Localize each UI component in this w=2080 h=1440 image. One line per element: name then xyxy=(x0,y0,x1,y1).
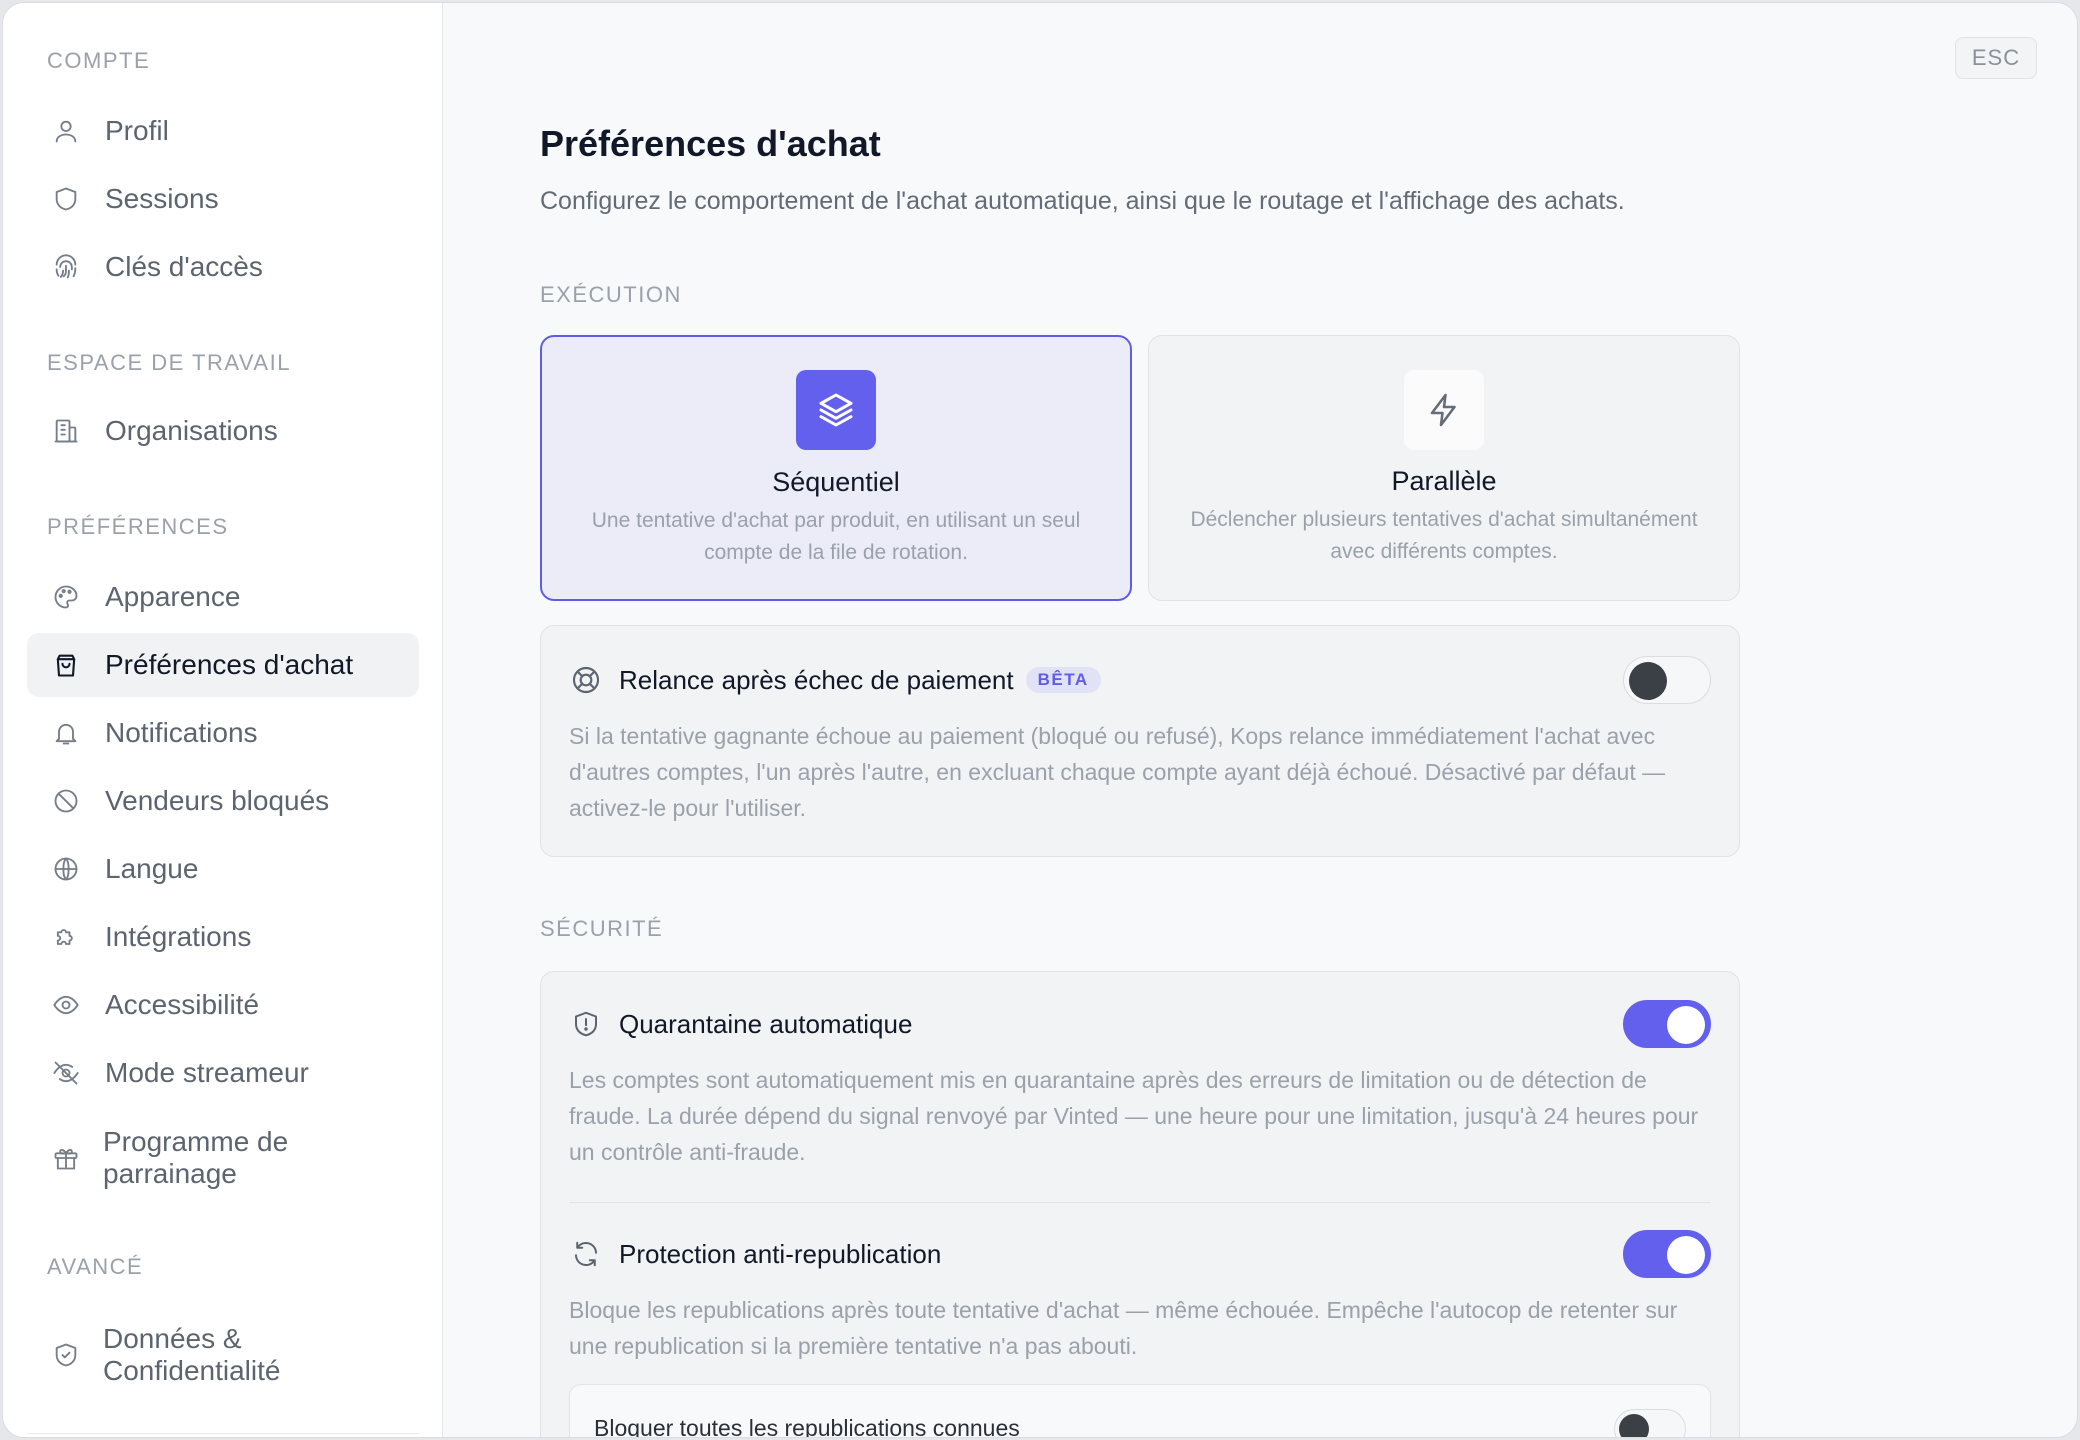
label-line-2: parrainage xyxy=(103,1158,237,1189)
anti-repost-toggle[interactable] xyxy=(1623,1230,1711,1278)
sidebar-item-accessibility[interactable]: Accessibilité xyxy=(27,973,419,1037)
sidebar-item-sessions[interactable]: Sessions xyxy=(27,167,419,231)
mode-card-parallel[interactable]: Parallèle Déclencher plusieurs tentative… xyxy=(1148,335,1740,601)
anti-repost-description: Bloque les republications après toute te… xyxy=(569,1297,1678,1359)
row-divider xyxy=(569,1202,1711,1203)
sidebar-item-streamer-mode[interactable]: Mode streameur xyxy=(27,1041,419,1105)
shield-check-icon xyxy=(49,1338,83,1372)
security-panel: Quarantaine automatique Les comptes sont… xyxy=(540,971,1740,1438)
sidebar-item-blocked-sellers[interactable]: Vendeurs bloqués xyxy=(27,769,419,833)
label-line-1: Programme de xyxy=(103,1126,289,1157)
shield-alert-icon xyxy=(569,1007,603,1041)
esc-button[interactable]: ESC xyxy=(1955,37,2037,79)
retry-panel: Relance après échec de paiement BÊTA Si … xyxy=(540,625,1740,857)
sidebar-item-access-keys[interactable]: Clés d'accès xyxy=(27,235,419,299)
settings-window: COMPTE Profil Sessions Clés d'accès ESPA… xyxy=(2,2,2078,1438)
toggle-knob xyxy=(1667,1006,1705,1044)
beta-badge: BÊTA xyxy=(1025,667,1101,693)
fingerprint-icon xyxy=(49,250,83,284)
sidebar-item-label: Notifications xyxy=(105,717,258,748)
sidebar-item-label: Programme de parrainage xyxy=(103,1126,288,1190)
retry-toggle[interactable] xyxy=(1623,656,1711,704)
mode-title: Parallèle xyxy=(1391,466,1497,496)
layers-icon xyxy=(796,370,876,450)
globe-icon xyxy=(49,852,83,886)
label-line-2: Confidentialité xyxy=(103,1355,281,1386)
mode-card-sequential[interactable]: Séquentiel Une tentative d'achat par pro… xyxy=(540,335,1132,601)
sidebar-item-label: Préférences d'achat xyxy=(105,649,354,680)
sidebar-item-label: Mode streameur xyxy=(105,1057,309,1088)
block-all-reposts-row: Bloquer toutes les republications connue… xyxy=(569,1384,1711,1438)
label-line-1: Données & xyxy=(103,1323,242,1354)
eye-off-icon xyxy=(49,1056,83,1090)
sidebar-item-referral-program[interactable]: Programme de parrainage xyxy=(27,1119,419,1197)
sidebar-item-label: Organisations xyxy=(105,415,278,446)
palette-icon xyxy=(49,580,83,614)
sidebar-item-label: Langue xyxy=(105,853,199,884)
gift-icon xyxy=(49,1141,83,1175)
lightning-icon xyxy=(1404,370,1484,450)
quarantine-title: Quarantaine automatique xyxy=(619,1008,913,1039)
sidebar-item-label: Données & Confidentialité xyxy=(103,1323,280,1387)
retry-row: Relance après échec de paiement BÊTA xyxy=(569,656,1711,704)
settings-sidebar: COMPTE Profil Sessions Clés d'accès ESPA… xyxy=(3,3,443,1437)
sidebar-item-label: Profil xyxy=(105,115,169,146)
sidebar-item-label: Apparence xyxy=(105,581,241,612)
mode-title: Séquentiel xyxy=(772,467,900,497)
sidebar-item-appearance[interactable]: Apparence xyxy=(27,565,419,629)
section-label-account: COMPTE xyxy=(47,48,151,73)
eye-icon xyxy=(49,988,83,1022)
sidebar-item-purchase-preferences[interactable]: Préférences d'achat xyxy=(27,633,419,697)
toggle-knob xyxy=(1667,1236,1705,1274)
anti-repost-title: Protection anti-republication xyxy=(619,1238,942,1269)
quarantine-description: Les comptes sont automatiquement mis en … xyxy=(569,1067,1699,1165)
retry-title: Relance après échec de paiement xyxy=(619,664,1014,695)
section-label-advanced: AVANCÉ xyxy=(47,1254,144,1279)
sidebar-item-label: Vendeurs bloqués xyxy=(105,785,330,816)
sidebar-divider xyxy=(27,1433,419,1434)
block-all-reposts-toggle[interactable] xyxy=(1614,1409,1686,1437)
sidebar-item-language[interactable]: Langue xyxy=(27,837,419,901)
ban-icon xyxy=(49,784,83,818)
building-icon xyxy=(49,414,83,448)
user-icon xyxy=(49,114,83,148)
shield-icon xyxy=(49,182,83,216)
bell-icon xyxy=(49,716,83,750)
sidebar-item-organisations[interactable]: Organisations xyxy=(27,399,419,463)
anti-repost-row: Protection anti-republication xyxy=(569,1230,1711,1278)
quarantine-toggle[interactable] xyxy=(1623,1000,1711,1048)
sidebar-item-label: Clés d'accès xyxy=(105,251,263,282)
security-section-label: SÉCURITÉ xyxy=(540,916,664,941)
puzzle-icon xyxy=(49,920,83,954)
sidebar-item-label: Intégrations xyxy=(105,921,252,952)
sidebar-item-data-privacy[interactable]: Données & Confidentialité xyxy=(27,1316,419,1394)
section-label-preferences: PRÉFÉRENCES xyxy=(47,514,229,539)
mode-description: Une tentative d'achat par produit, en ut… xyxy=(591,509,1081,564)
block-all-reposts-title: Bloquer toutes les republications connue… xyxy=(594,1415,1020,1438)
page-subtitle: Configurez le comportement de l'achat au… xyxy=(540,187,1625,215)
execution-section-label: EXÉCUTION xyxy=(540,282,682,307)
toggle-knob xyxy=(1619,1414,1649,1437)
sidebar-item-notifications[interactable]: Notifications xyxy=(27,701,419,765)
sidebar-item-integrations[interactable]: Intégrations xyxy=(27,905,419,969)
section-label-workspace: ESPACE DE TRAVAIL xyxy=(47,350,291,375)
quarantine-row: Quarantaine automatique xyxy=(569,1000,1711,1048)
retry-description: Si la tentative gagnante échoue au paiem… xyxy=(569,723,1666,821)
sidebar-item-profile[interactable]: Profil xyxy=(27,99,419,163)
lifebuoy-icon xyxy=(569,663,603,697)
settings-content: ESC Préférences d'achat Configurez le co… xyxy=(444,3,2077,1437)
page-title: Préférences d'achat xyxy=(540,123,881,164)
sidebar-item-label: Sessions xyxy=(105,183,219,214)
sidebar-item-label: Accessibilité xyxy=(105,989,260,1020)
shopping-bag-icon xyxy=(49,648,83,682)
toggle-knob xyxy=(1629,662,1667,700)
mode-description: Déclencher plusieurs tentatives d'achat … xyxy=(1190,508,1698,563)
refresh-icon xyxy=(569,1237,603,1271)
